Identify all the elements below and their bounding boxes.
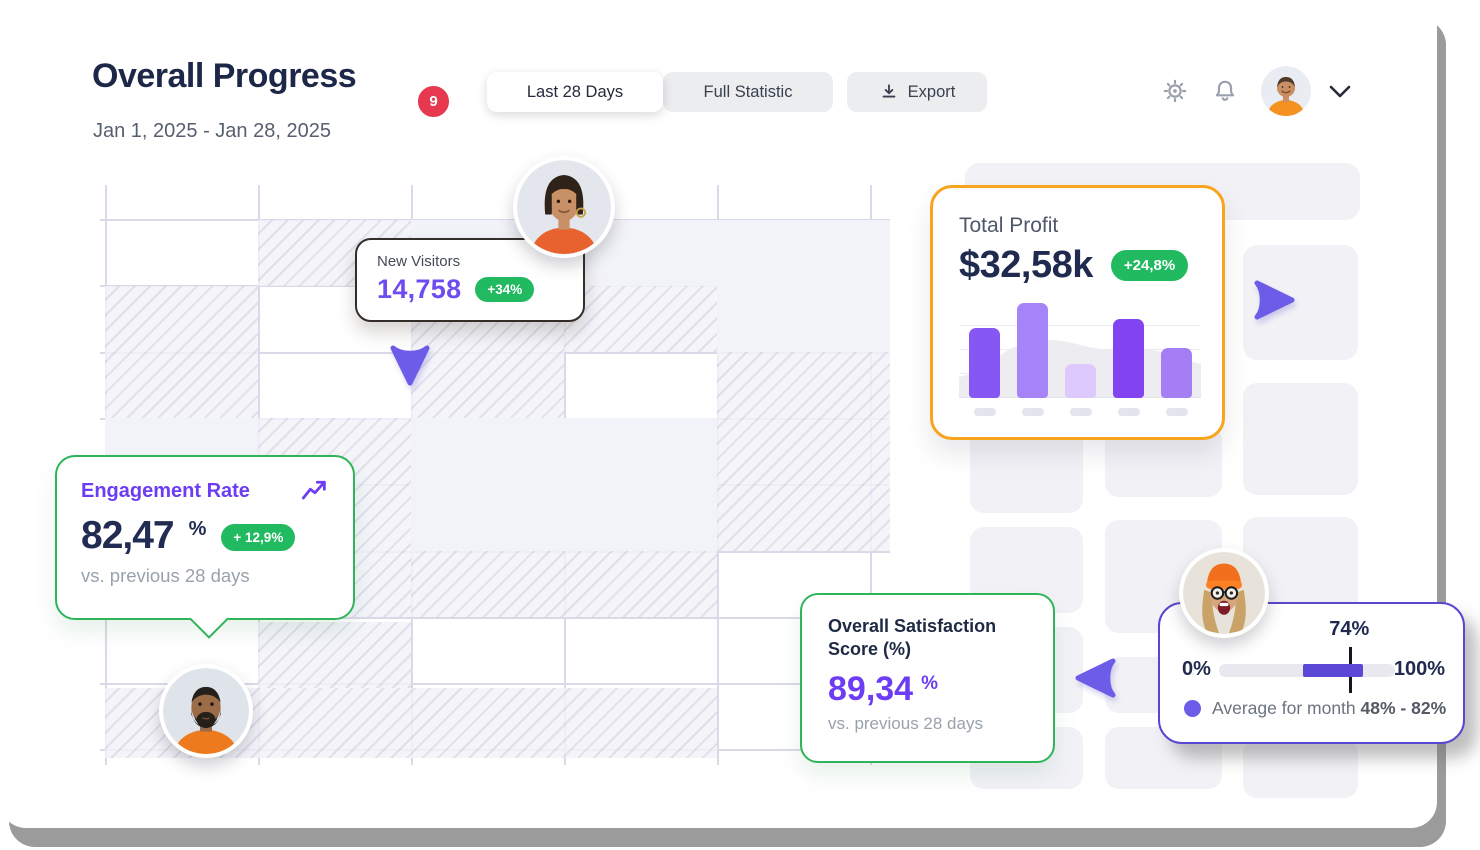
satisfaction-unit: %: [921, 673, 938, 695]
total-profit-bar-chart: [959, 301, 1201, 398]
new-visitors-title: New Visitors: [377, 253, 563, 270]
slider-legend: Average for month 48% - 82%: [1212, 698, 1446, 719]
satisfaction-card: Overall Satisfaction Score (%) 89,34 % v…: [800, 593, 1055, 763]
engagement-rate-note: vs. previous 28 days: [81, 565, 329, 587]
visitor-avatar-image: [517, 160, 611, 254]
chart-x-axis-placeholders: [969, 408, 1196, 416]
gear-icon[interactable]: [1162, 78, 1188, 104]
satisfaction-title: Overall Satisfaction Score (%): [828, 615, 1027, 662]
time-range-tabs: Last 28 DaysFull Statistic: [487, 72, 833, 112]
satisfaction-value: 89,34: [828, 672, 913, 706]
slider-user-avatar: [1179, 548, 1269, 638]
slider-current-value: 74%: [1329, 618, 1369, 641]
slider-legend-range: 48% - 82%: [1361, 698, 1447, 718]
engagement-rate-value: 82,47: [81, 516, 174, 555]
export-label: Export: [908, 83, 956, 102]
profit-bar-2: [1017, 303, 1048, 398]
chevron-down-icon[interactable]: [1328, 82, 1352, 100]
export-button[interactable]: Export: [847, 72, 987, 112]
satisfaction-note: vs. previous 28 days: [828, 714, 1027, 734]
date-range: Jan 1, 2025 - Jan 28, 2025: [93, 120, 331, 143]
total-profit-card: Total Profit $32,58k +24,8%: [930, 185, 1225, 440]
tab-full-statistic[interactable]: Full Statistic: [663, 72, 833, 112]
user-avatar[interactable]: [1261, 66, 1311, 116]
total-profit-change-badge: +24,8%: [1111, 250, 1188, 281]
axis-label-placeholder: [1022, 408, 1044, 416]
engagement-user-avatar-image: [163, 668, 249, 754]
profit-bar-5: [1161, 348, 1192, 398]
slider-user-avatar-image: [1183, 552, 1265, 634]
slider-range-fill[interactable]: [1303, 664, 1363, 677]
total-profit-value: $32,58k: [959, 244, 1093, 287]
dashboard-panel: Overall Progress Jan 1, 2025 - Jan 28, 2…: [0, 0, 1437, 828]
engagement-rate-unit: %: [189, 518, 207, 541]
placeholder-tile: [1243, 383, 1358, 495]
cursor-arrow-left-icon: [1075, 656, 1119, 700]
axis-label-placeholder: [1118, 408, 1140, 416]
total-profit-title: Total Profit: [959, 214, 1196, 238]
visitor-avatar: [513, 156, 615, 258]
new-visitors-value: 14,758: [377, 274, 461, 305]
notification-count-badge: 9: [416, 84, 451, 119]
engagement-rate-card: Engagement Rate 82,47 % + 12,9% vs. prev…: [55, 455, 355, 620]
trending-up-icon: [301, 479, 329, 503]
cursor-arrow-down-icon: [388, 342, 432, 388]
axis-label-placeholder: [974, 408, 996, 416]
tab-last-28-days[interactable]: Last 28 Days: [487, 72, 663, 112]
cursor-arrow-right-icon: [1251, 278, 1295, 322]
slider-track[interactable]: [1219, 664, 1395, 677]
engagement-rate-change-badge: + 12,9%: [221, 524, 295, 551]
legend-dot-icon: [1184, 700, 1201, 717]
new-visitors-change-badge: +34%: [475, 277, 534, 302]
slider-max-label: 100%: [1394, 658, 1445, 681]
slider-min-label: 0%: [1182, 658, 1211, 681]
placeholder-tile: [1243, 740, 1358, 798]
engagement-user-avatar: [159, 664, 253, 758]
profit-bar-3: [1065, 364, 1096, 398]
download-icon: [879, 82, 899, 102]
profit-bar-1: [969, 328, 1000, 398]
user-avatar-image: [1261, 66, 1311, 116]
engagement-rate-title: Engagement Rate: [81, 480, 250, 503]
axis-label-placeholder: [1070, 408, 1092, 416]
axis-label-placeholder: [1166, 408, 1188, 416]
page-title: Overall Progress: [92, 57, 356, 96]
profit-bar-4: [1113, 319, 1144, 398]
bell-icon[interactable]: [1212, 78, 1238, 104]
